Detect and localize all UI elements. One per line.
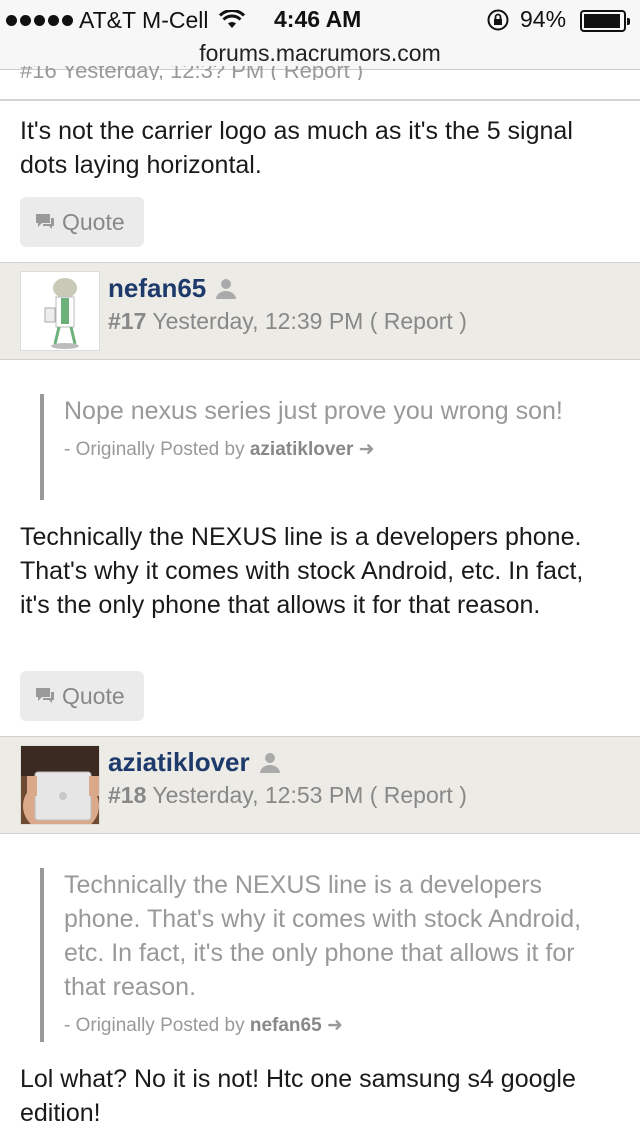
blockquote: Technically the NEXUS line is a develope… xyxy=(40,868,620,1042)
quote-button[interactable]: Quote xyxy=(20,671,144,721)
blockquote: Nope nexus series just prove you wrong s… xyxy=(40,394,620,500)
post-header: aziatiklover #18 Yesterday, 12:53 PM ( R… xyxy=(0,736,640,834)
username-text: nefan65 xyxy=(108,273,207,303)
post-body: It's not the carrier logo as much as it'… xyxy=(20,117,573,179)
report-link[interactable]: ( Report ) xyxy=(370,308,467,334)
speech-bubble-icon xyxy=(36,688,54,703)
quote-attribution: - Originally Posted by nefan65 ➜ xyxy=(64,1014,620,1037)
post-meta: #17 Yesterday, 12:39 PM ( Report ) xyxy=(108,308,467,335)
speech-bubble-icon xyxy=(36,214,54,229)
user-profile-icon[interactable] xyxy=(214,277,238,301)
post-date: Yesterday, 12:53 PM xyxy=(152,782,364,808)
avatar-image xyxy=(21,746,99,824)
quote-text: Nope nexus series just prove you wrong s… xyxy=(64,397,563,425)
post-body: Lol what? No it is not! Htc one samsung … xyxy=(20,1065,576,1127)
post-number[interactable]: #17 xyxy=(108,308,146,334)
quote-prefix: - Originally Posted by xyxy=(64,1015,245,1036)
clock: 4:46 AM xyxy=(274,6,362,32)
avatar[interactable] xyxy=(20,271,100,351)
username-text: aziatiklover xyxy=(108,747,250,777)
avatar-image xyxy=(21,272,99,350)
status-bar: AT&T M-Cell 4:46 AM 94% xyxy=(0,0,640,40)
post-number[interactable]: #18 xyxy=(108,782,146,808)
username[interactable]: aziatiklover xyxy=(108,747,282,778)
rotation-lock-icon xyxy=(487,9,509,31)
quote-author-link[interactable]: nefan65 xyxy=(250,1015,322,1036)
quote-attribution: - Originally Posted by aziatiklover ➜ xyxy=(64,438,620,461)
post-header: nefan65 #17 Yesterday, 12:39 PM ( Report… xyxy=(0,262,640,360)
quote-button[interactable]: Quote xyxy=(20,197,144,247)
avatar[interactable] xyxy=(20,745,100,825)
quote-label: Quote xyxy=(62,682,125,709)
url-domain: forums.macrumors.com xyxy=(199,40,441,66)
quote-prefix: - Originally Posted by xyxy=(64,439,245,460)
user-profile-icon[interactable] xyxy=(258,751,282,775)
battery-icon xyxy=(580,10,630,32)
post-meta: #18 Yesterday, 12:53 PM ( Report ) xyxy=(108,782,467,809)
signal-dots-icon xyxy=(6,14,73,26)
post-body: Technically the NEXUS line is a develope… xyxy=(20,523,584,619)
report-link[interactable]: ( Report ) xyxy=(370,782,467,808)
wifi-icon xyxy=(218,10,245,28)
quote-label: Quote xyxy=(62,208,125,235)
quote-author-link[interactable]: aziatiklover xyxy=(250,439,354,460)
quote-text: Technically the NEXUS line is a develope… xyxy=(64,871,582,1001)
battery-percent: 94% xyxy=(520,6,567,32)
cutoff-post-header: #16 Yesterday, 12:3? PM ( Report ) xyxy=(20,66,364,80)
carrier-name: AT&T M-Cell xyxy=(79,6,209,33)
post-date: Yesterday, 12:39 PM xyxy=(152,308,364,334)
arrow-right-icon[interactable]: ➜ xyxy=(327,1015,343,1036)
divider xyxy=(0,99,640,101)
username[interactable]: nefan65 xyxy=(108,273,238,304)
arrow-right-icon[interactable]: ➜ xyxy=(359,439,375,460)
